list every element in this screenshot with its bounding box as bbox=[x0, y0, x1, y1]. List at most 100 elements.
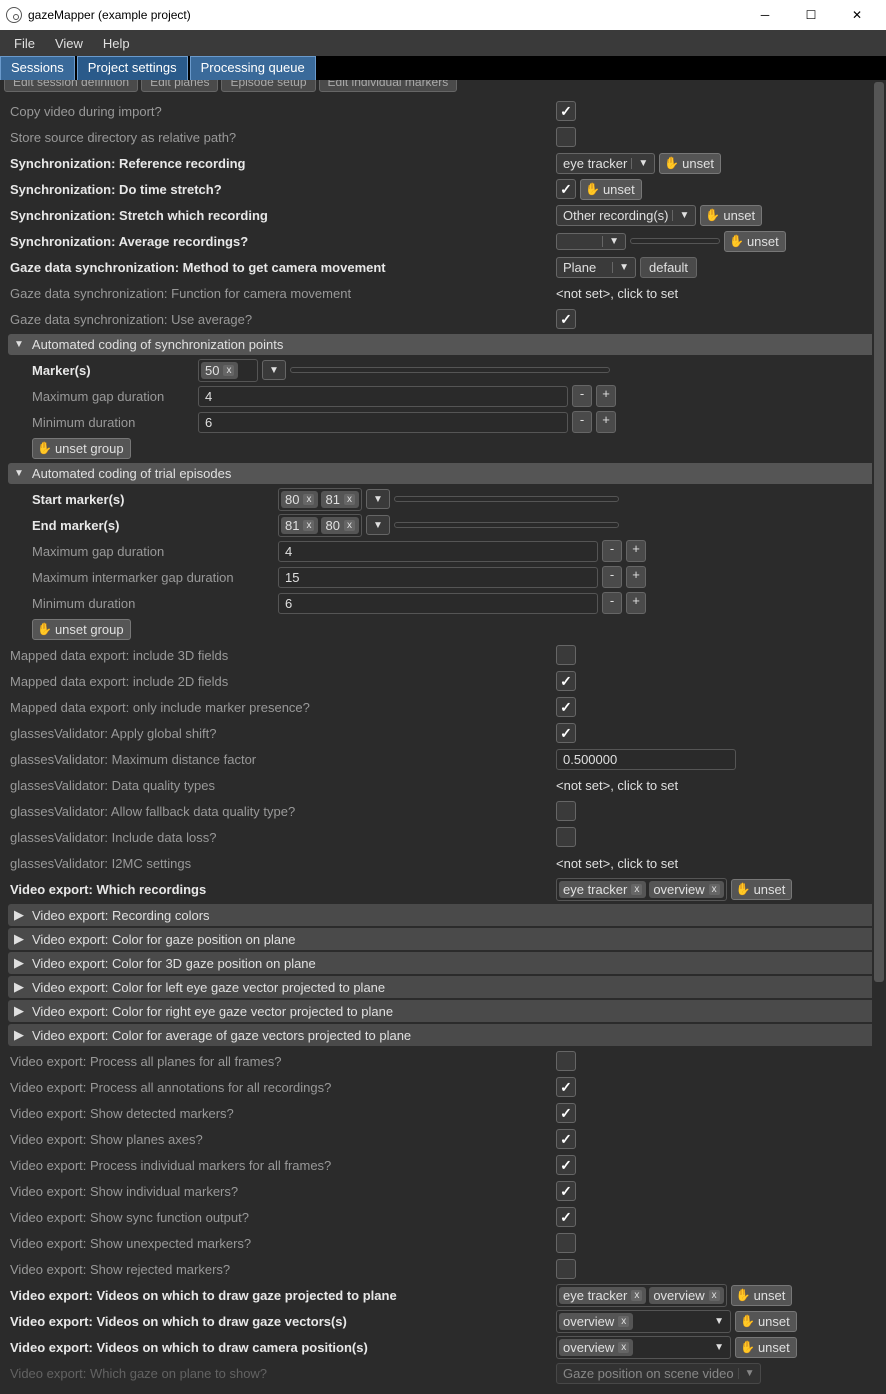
select-which-plane[interactable]: Gaze position on scene video▼ bbox=[556, 1363, 761, 1384]
unset-group-trial[interactable]: ✋unset group bbox=[32, 619, 131, 640]
select-sync-avg[interactable]: ▼ bbox=[556, 233, 626, 250]
subtab-planes[interactable]: Edit planes bbox=[141, 80, 218, 92]
checkbox-all-ann[interactable]: ✓ bbox=[556, 1077, 576, 1097]
dropdown-start[interactable]: ▼ bbox=[366, 489, 390, 509]
section-color-gaze[interactable]: ▶Video export: Color for gaze position o… bbox=[8, 928, 878, 950]
checkbox-marker-pres[interactable]: ✓ bbox=[556, 697, 576, 717]
chipbox-draw-cam[interactable]: overviewx ▼ bbox=[556, 1336, 731, 1359]
input-max-gap[interactable]: 4 bbox=[198, 386, 568, 407]
minus-button[interactable]: - bbox=[602, 566, 622, 588]
subtab-episode[interactable]: Episode setup bbox=[221, 80, 315, 92]
checkbox-inc3d[interactable] bbox=[556, 645, 576, 665]
checkbox-inc2d[interactable]: ✓ bbox=[556, 671, 576, 691]
unset-draw-cam[interactable]: ✋unset bbox=[735, 1337, 797, 1358]
default-gaze-method[interactable]: default bbox=[640, 257, 697, 278]
minus-button[interactable]: - bbox=[572, 385, 592, 407]
checkbox-store-src[interactable] bbox=[556, 127, 576, 147]
chip-remove[interactable]: x bbox=[303, 494, 314, 505]
input-trial-maxgap[interactable]: 4 bbox=[278, 541, 598, 562]
notset-gaze-func[interactable]: <not set>, click to set bbox=[556, 286, 678, 301]
tab-sessions[interactable]: Sessions bbox=[0, 56, 75, 80]
checkbox-p-indiv[interactable]: ✓ bbox=[556, 1155, 576, 1175]
checkbox-gaze-avg[interactable]: ✓ bbox=[556, 309, 576, 329]
menu-file[interactable]: File bbox=[4, 32, 45, 55]
checkbox-copy-video[interactable]: ✓ bbox=[556, 101, 576, 121]
menu-view[interactable]: View bbox=[45, 32, 93, 55]
close-button[interactable]: ✕ bbox=[834, 1, 880, 29]
plus-button[interactable]: + bbox=[596, 411, 616, 433]
section-color-left[interactable]: ▶Video export: Color for left eye gaze v… bbox=[8, 976, 878, 998]
subtab-markers[interactable]: Edit individual markers bbox=[319, 80, 458, 92]
dropdown-end[interactable]: ▼ bbox=[366, 515, 390, 535]
input-trial-inter[interactable]: 15 bbox=[278, 567, 598, 588]
section-rec-colors[interactable]: ▶Video export: Recording colors bbox=[8, 904, 878, 926]
unset-sync-which[interactable]: ✋unset bbox=[700, 205, 762, 226]
input-markers[interactable] bbox=[290, 367, 610, 373]
chipbox-draw-gaze[interactable]: eye trackerx overviewx bbox=[556, 1284, 727, 1307]
input-end[interactable] bbox=[394, 522, 619, 528]
plus-button[interactable]: + bbox=[626, 540, 646, 562]
menu-help[interactable]: Help bbox=[93, 32, 140, 55]
unset-draw-vec[interactable]: ✋unset bbox=[735, 1311, 797, 1332]
select-sync-which[interactable]: Other recording(s)▼ bbox=[556, 205, 696, 226]
checkbox-show-axes[interactable]: ✓ bbox=[556, 1129, 576, 1149]
maximize-button[interactable]: ☐ bbox=[788, 1, 834, 29]
dropdown-markers[interactable]: ▼ bbox=[262, 360, 286, 380]
chipbox-start[interactable]: 80x 81x bbox=[278, 488, 362, 511]
section-sync-points[interactable]: ▼ Automated coding of synchronization po… bbox=[8, 334, 878, 355]
checkbox-gv-shift[interactable]: ✓ bbox=[556, 723, 576, 743]
checkbox-show-rej[interactable] bbox=[556, 1259, 576, 1279]
plus-button[interactable]: + bbox=[596, 385, 616, 407]
section-color-3d[interactable]: ▶Video export: Color for 3D gaze positio… bbox=[8, 952, 878, 974]
checkbox-gv-loss[interactable] bbox=[556, 827, 576, 847]
chip-remove[interactable]: x bbox=[709, 884, 720, 895]
select-gaze-method[interactable]: Plane▼ bbox=[556, 257, 636, 278]
unset-sync-ref[interactable]: ✋unset bbox=[659, 153, 721, 174]
chip-remove[interactable]: x bbox=[344, 520, 355, 531]
chipbox-video-which[interactable]: eye trackerx overviewx bbox=[556, 878, 727, 901]
checkbox-show-indiv[interactable]: ✓ bbox=[556, 1181, 576, 1201]
chip-remove[interactable]: x bbox=[303, 520, 314, 531]
minus-button[interactable]: - bbox=[572, 411, 592, 433]
tab-project-settings[interactable]: Project settings bbox=[77, 56, 188, 80]
section-color-avg[interactable]: ▶Video export: Color for average of gaze… bbox=[8, 1024, 878, 1046]
unset-group-sync[interactable]: ✋unset group bbox=[32, 438, 131, 459]
unset-draw-gaze[interactable]: ✋unset bbox=[731, 1285, 793, 1306]
checkbox-all-planes[interactable] bbox=[556, 1051, 576, 1071]
minus-button[interactable]: - bbox=[602, 540, 622, 562]
section-trial[interactable]: ▼ Automated coding of trial episodes bbox=[8, 463, 878, 484]
chipbox-end[interactable]: 81x 80x bbox=[278, 514, 362, 537]
checkbox-show-sync[interactable]: ✓ bbox=[556, 1207, 576, 1227]
chip-remove[interactable]: x bbox=[631, 1290, 642, 1301]
scrollbar-thumb[interactable] bbox=[874, 82, 884, 982]
minimize-button[interactable]: ─ bbox=[742, 1, 788, 29]
checkbox-sync-stretch[interactable]: ✓ bbox=[556, 179, 576, 199]
input-gv-dist[interactable]: 0.500000 bbox=[556, 749, 736, 770]
unset-sync-avg[interactable]: ✋unset bbox=[724, 231, 786, 252]
select-sync-ref[interactable]: eye tracker▼ bbox=[556, 153, 655, 174]
notset-gv-dq[interactable]: <not set>, click to set bbox=[556, 778, 678, 793]
chip-remove[interactable]: x bbox=[618, 1316, 629, 1327]
chip-remove[interactable]: x bbox=[709, 1290, 720, 1301]
chipbox-draw-vec[interactable]: overviewx ▼ bbox=[556, 1310, 731, 1333]
checkbox-show-markers[interactable]: ✓ bbox=[556, 1103, 576, 1123]
minus-button[interactable]: - bbox=[602, 592, 622, 614]
plus-button[interactable]: + bbox=[626, 566, 646, 588]
checkbox-show-unexp[interactable] bbox=[556, 1233, 576, 1253]
chip-remove[interactable]: x bbox=[223, 365, 234, 376]
unset-video-which[interactable]: ✋unset bbox=[731, 879, 793, 900]
input-start[interactable] bbox=[394, 496, 619, 502]
checkbox-gv-fallback[interactable] bbox=[556, 801, 576, 821]
unset-sync-stretch[interactable]: ✋unset bbox=[580, 179, 642, 200]
chip-remove[interactable]: x bbox=[618, 1342, 629, 1353]
input-trial-mindur[interactable]: 6 bbox=[278, 593, 598, 614]
scrollbar[interactable] bbox=[872, 80, 886, 1390]
tab-processing-queue[interactable]: Processing queue bbox=[190, 56, 316, 80]
input-sync-avg[interactable] bbox=[630, 238, 720, 244]
input-min-dur[interactable]: 6 bbox=[198, 412, 568, 433]
chip-remove[interactable]: x bbox=[631, 884, 642, 895]
chipbox-markers[interactable]: 50x bbox=[198, 359, 258, 382]
chip-remove[interactable]: x bbox=[344, 494, 355, 505]
section-color-right[interactable]: ▶Video export: Color for right eye gaze … bbox=[8, 1000, 878, 1022]
notset-gv-i2mc[interactable]: <not set>, click to set bbox=[556, 856, 678, 871]
